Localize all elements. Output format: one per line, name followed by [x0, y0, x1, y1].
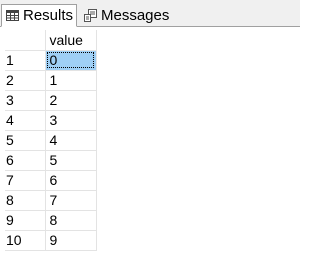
results-tabbar: Results Messages [0, 0, 300, 27]
value-cell[interactable]: 1 [44, 69, 97, 91]
row-number[interactable]: 5 [5, 129, 46, 151]
value-cell[interactable]: 8 [44, 209, 97, 231]
tab-messages[interactable]: Messages [80, 4, 174, 26]
grid-body: 1 0 2 1 3 2 4 3 5 4 6 5 7 6 8 7 9 8 10 9 [5, 49, 97, 251]
value-cell[interactable]: 3 [44, 109, 97, 131]
table-row[interactable]: 10 [5, 49, 97, 71]
selected-value-cell[interactable]: 0 [44, 49, 97, 71]
table-row[interactable]: 98 [5, 209, 97, 231]
table-row[interactable]: 87 [5, 189, 97, 211]
results-grid[interactable]: value 1 0 2 1 3 2 4 3 5 4 6 5 7 6 8 7 9 8 10 9 [0, 27, 300, 270]
table-row[interactable]: 43 [5, 109, 97, 131]
row-number[interactable]: 10 [5, 229, 46, 251]
row-number[interactable]: 6 [5, 149, 46, 171]
results-table: value 1 0 2 1 3 2 4 3 5 4 6 5 7 6 8 7 9 8 10 9 [5, 30, 97, 251]
messages-icon [84, 8, 97, 22]
tab-results-label: Results [23, 7, 74, 24]
column-header-value[interactable]: value [44, 30, 97, 51]
row-number[interactable]: 3 [5, 89, 46, 111]
table-row[interactable]: 21 [5, 69, 97, 91]
table-row[interactable]: 10 9 [5, 229, 97, 251]
value-cell[interactable]: 6 [44, 169, 97, 191]
row-number[interactable]: 7 [5, 169, 46, 191]
tab-results[interactable]: Results [1, 4, 77, 27]
row-number[interactable]: 4 [5, 109, 46, 131]
corner-cell[interactable] [5, 30, 46, 51]
value-cell[interactable]: 7 [44, 189, 97, 211]
tab-messages-label: Messages [101, 6, 170, 24]
value-cell[interactable]: 9 [44, 229, 97, 251]
value-cell[interactable]: 5 [44, 149, 97, 171]
grid-icon [6, 10, 19, 21]
header-row: value [5, 30, 97, 51]
row-number[interactable]: 1 [5, 49, 46, 71]
table-row[interactable]: 32 [5, 89, 97, 111]
row-number[interactable]: 2 [5, 69, 46, 91]
row-number[interactable]: 8 [5, 189, 46, 211]
value-cell[interactable]: 4 [44, 129, 97, 151]
table-row[interactable]: 54 [5, 129, 97, 151]
value-cell[interactable]: 2 [44, 89, 97, 111]
table-row[interactable]: 65 [5, 149, 97, 171]
table-row[interactable]: 76 [5, 169, 97, 191]
row-number[interactable]: 9 [5, 209, 46, 231]
